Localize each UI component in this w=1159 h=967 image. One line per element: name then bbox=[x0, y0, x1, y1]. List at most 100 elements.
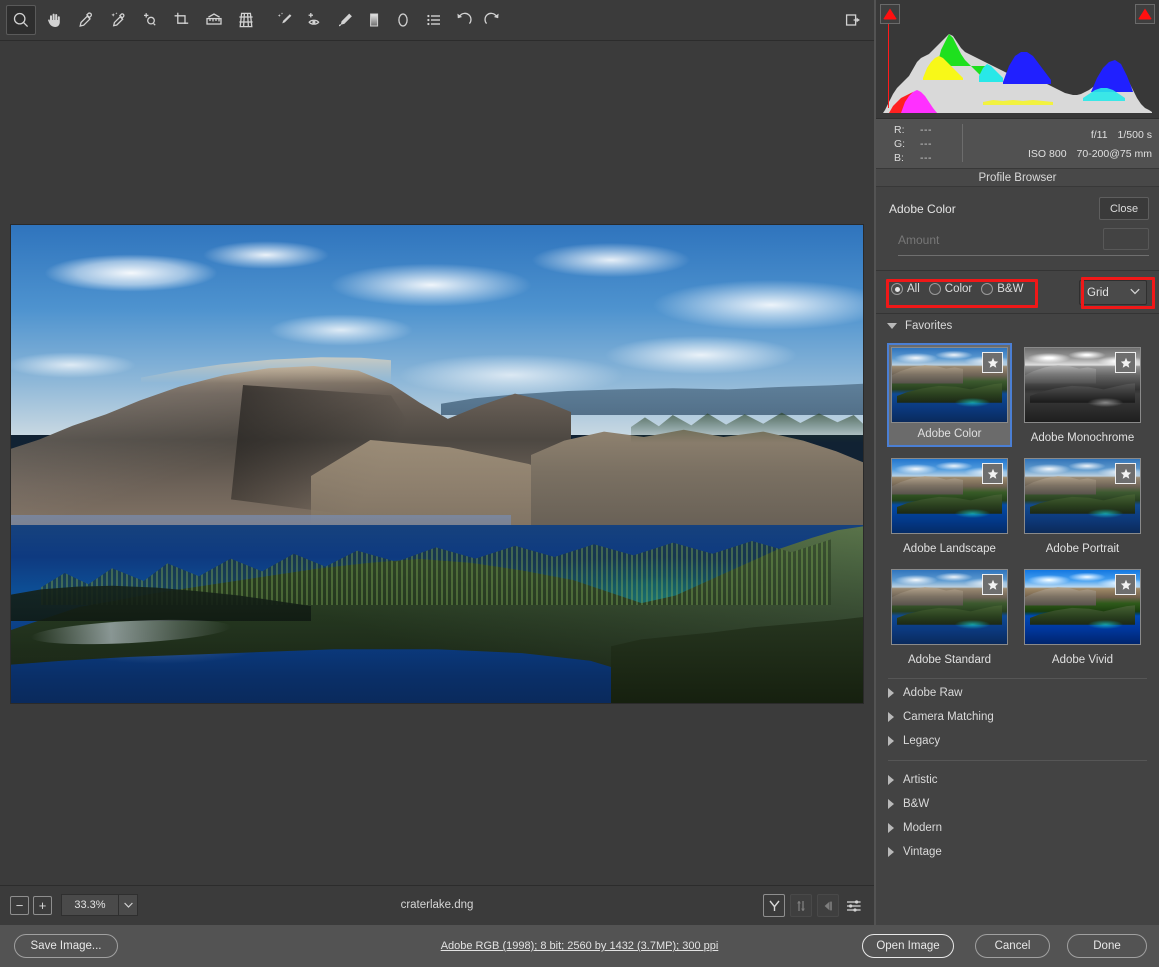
group-row-vintage[interactable]: Vintage bbox=[876, 840, 1159, 864]
favorites-label: Favorites bbox=[905, 320, 952, 332]
info-divider bbox=[962, 124, 963, 162]
canvas-status-bar: − + 33.3% craterlake.dng bbox=[0, 885, 874, 925]
targeted-adjustment-icon bbox=[141, 11, 159, 29]
done-button[interactable]: Done bbox=[1067, 934, 1147, 958]
group-row-bw[interactable]: B&W bbox=[876, 792, 1159, 816]
graduated-filter-tool[interactable] bbox=[359, 5, 389, 35]
previous-image-icon bbox=[822, 900, 834, 912]
favorite-star-button[interactable] bbox=[1115, 463, 1136, 484]
profile-thumbnail bbox=[1024, 458, 1141, 534]
profile-browser-header: Adobe Color Close Amount bbox=[876, 188, 1159, 271]
close-button[interactable]: Close bbox=[1099, 197, 1149, 220]
cancel-button[interactable]: Cancel bbox=[975, 934, 1050, 958]
profile-cell-adobe-landscape[interactable]: Adobe Landscape bbox=[885, 452, 1018, 563]
radio-dot-all bbox=[891, 283, 903, 295]
profile-cell-adobe-portrait[interactable]: Adobe Portrait bbox=[1018, 452, 1151, 563]
white-balance-tool[interactable] bbox=[71, 5, 101, 35]
profile-label: Adobe Monochrome bbox=[1020, 432, 1145, 444]
rotate-preview-button[interactable] bbox=[763, 894, 785, 917]
group-row-artistic[interactable]: Artistic bbox=[876, 768, 1159, 792]
r-label: R: bbox=[894, 123, 920, 137]
filter-radio-all[interactable]: All bbox=[891, 283, 920, 295]
rotate-preview-icon bbox=[768, 899, 781, 913]
workflow-options-text[interactable]: Adobe RGB (1998); 8 bit; 2560 by 1432 (3… bbox=[441, 940, 719, 952]
profile-browser-title: Profile Browser bbox=[876, 168, 1159, 187]
shadow-clip-line bbox=[888, 20, 889, 108]
panel-toggle-icon bbox=[844, 11, 862, 29]
favorite-star-button[interactable] bbox=[982, 463, 1003, 484]
filter-label-color: Color bbox=[945, 283, 972, 295]
histogram-graph bbox=[883, 6, 1152, 113]
adjustment-brush-tool[interactable] bbox=[330, 5, 360, 35]
shadow-clipping-toggle[interactable] bbox=[880, 4, 900, 24]
image-canvas[interactable] bbox=[0, 41, 874, 885]
transform-tool[interactable] bbox=[231, 5, 261, 35]
presets-tool[interactable] bbox=[419, 5, 449, 35]
favorite-star-button[interactable] bbox=[982, 352, 1003, 373]
radial-filter-icon bbox=[394, 11, 412, 29]
group-label: Camera Matching bbox=[903, 711, 994, 723]
filter-radio-color[interactable]: Color bbox=[929, 283, 972, 295]
crop-tool[interactable] bbox=[167, 5, 197, 35]
group-row-modern[interactable]: Modern bbox=[876, 816, 1159, 840]
profile-view-mode-select[interactable]: Grid bbox=[1079, 280, 1147, 305]
profile-filter-row: All Color B&W Grid bbox=[876, 272, 1159, 314]
group-row-legacy[interactable]: Legacy bbox=[876, 729, 1159, 753]
spot-removal-tool[interactable] bbox=[270, 5, 300, 35]
crop-icon bbox=[173, 11, 191, 29]
amount-slider-track[interactable] bbox=[898, 255, 1149, 256]
r-value: --- bbox=[920, 123, 932, 137]
transform-icon bbox=[237, 11, 255, 29]
group-label: Artistic bbox=[903, 774, 938, 786]
undo-tool[interactable] bbox=[449, 5, 479, 35]
group-row-adobe-raw[interactable]: Adobe Raw bbox=[876, 681, 1159, 705]
amount-field[interactable] bbox=[1103, 228, 1149, 250]
profile-cell-adobe-color[interactable]: Adobe Color bbox=[885, 341, 1018, 452]
exif-shutter: 1/500 s bbox=[1118, 126, 1152, 145]
profile-cell-adobe-standard[interactable]: Adobe Standard bbox=[885, 563, 1018, 674]
filter-label-bw: B&W bbox=[997, 283, 1023, 295]
profile-thumbnail bbox=[1024, 569, 1141, 645]
undo-icon bbox=[455, 11, 473, 29]
editor-left-column: − + 33.3% craterlake.dng bbox=[0, 0, 874, 925]
group-label: Adobe Raw bbox=[903, 687, 962, 699]
star-icon bbox=[987, 579, 999, 591]
profile-cell-adobe-vivid[interactable]: Adobe Vivid bbox=[1018, 563, 1151, 674]
b-label: B: bbox=[894, 151, 920, 165]
profile-label: Adobe Color bbox=[889, 428, 1010, 440]
preferences-button[interactable] bbox=[844, 895, 864, 916]
highlight-clipping-toggle[interactable] bbox=[1135, 4, 1155, 24]
favorites-section-header[interactable]: Favorites bbox=[876, 315, 1159, 337]
group-label: Vintage bbox=[903, 846, 942, 858]
group-label: B&W bbox=[903, 798, 929, 810]
previous-image-button[interactable] bbox=[817, 894, 839, 917]
current-profile-name: Adobe Color bbox=[889, 202, 956, 216]
redo-tool[interactable] bbox=[477, 5, 507, 35]
g-value: --- bbox=[920, 137, 932, 151]
color-sampler-tool[interactable] bbox=[103, 5, 133, 35]
favorite-star-button[interactable] bbox=[1115, 574, 1136, 595]
radial-filter-tool[interactable] bbox=[388, 5, 418, 35]
filter-radio-bw[interactable]: B&W bbox=[981, 283, 1023, 295]
favorite-star-button[interactable] bbox=[1115, 352, 1136, 373]
favorite-star-button[interactable] bbox=[982, 574, 1003, 595]
graduated-filter-icon bbox=[365, 11, 383, 29]
profile-group-list: Adobe Raw Camera Matching Legacy Artisti… bbox=[876, 681, 1159, 864]
triangle-right-icon bbox=[888, 712, 894, 722]
color-sampler-icon bbox=[109, 11, 127, 29]
profile-cell-adobe-monochrome[interactable]: Adobe Monochrome bbox=[1018, 341, 1151, 452]
profile-label: Adobe Standard bbox=[887, 654, 1012, 666]
straighten-tool[interactable] bbox=[199, 5, 229, 35]
targeted-adjustment-tool[interactable] bbox=[135, 5, 165, 35]
open-image-button[interactable]: Open Image bbox=[862, 934, 954, 958]
hand-icon bbox=[45, 11, 63, 29]
preview-image[interactable] bbox=[11, 225, 863, 703]
red-eye-tool[interactable] bbox=[300, 5, 330, 35]
group-row-camera-matching[interactable]: Camera Matching bbox=[876, 705, 1159, 729]
panel-toggle-button[interactable] bbox=[838, 5, 868, 35]
star-icon bbox=[1120, 357, 1132, 369]
profile-grid: Adobe Color Adobe Monochrome bbox=[885, 341, 1151, 674]
hand-tool[interactable] bbox=[39, 5, 69, 35]
sync-filmstrip-button[interactable] bbox=[790, 894, 812, 917]
zoom-tool[interactable] bbox=[6, 5, 36, 35]
